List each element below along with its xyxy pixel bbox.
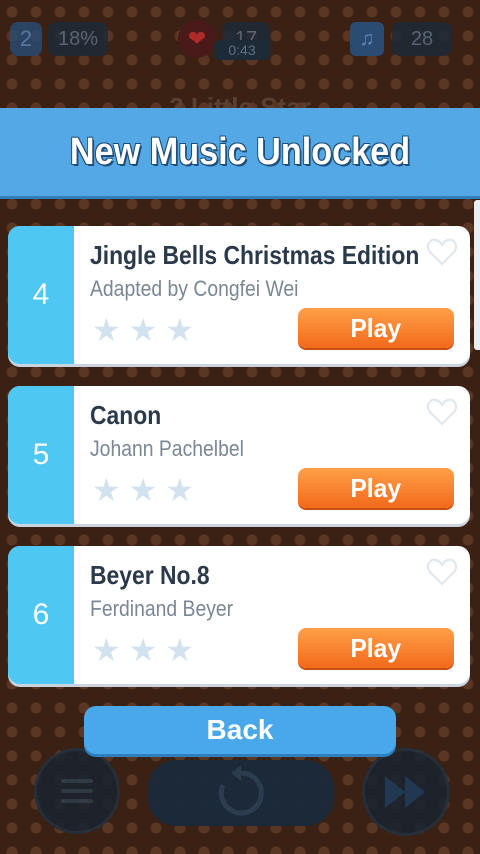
- menu-button[interactable]: [34, 748, 120, 834]
- star-icon: ★: [92, 632, 121, 668]
- play-button[interactable]: Play: [298, 628, 454, 668]
- progress-percent: 18%: [48, 22, 108, 56]
- song-number-panel: 4: [8, 226, 74, 364]
- fast-forward-button[interactable]: [362, 748, 450, 836]
- star-icon: ★: [128, 632, 158, 668]
- notes-count: 28: [392, 22, 452, 56]
- unlock-banner: New Music Unlocked: [0, 108, 480, 196]
- song-number: 6: [32, 598, 50, 631]
- song-card: 5 Canon Johann Pachelbel ★ ★ ★ Play: [8, 386, 470, 524]
- back-button[interactable]: Back: [84, 706, 396, 754]
- music-note-icon: ♫: [350, 22, 384, 56]
- scrollbar[interactable]: [474, 200, 480, 350]
- play-button-label: Play: [350, 472, 402, 503]
- song-number-panel: 5: [8, 386, 74, 524]
- star-rating: ★ ★ ★: [92, 314, 194, 346]
- song-number: 5: [32, 438, 50, 471]
- menu-icon: [37, 751, 117, 831]
- song-number-panel: 6: [8, 546, 74, 684]
- replay-button[interactable]: [148, 760, 334, 826]
- play-button[interactable]: Play: [298, 308, 454, 348]
- play-button-label: Play: [350, 312, 402, 343]
- star-rating: ★ ★ ★: [92, 634, 194, 666]
- star-icon: ★: [128, 312, 158, 348]
- fast-forward-icon: [365, 751, 447, 833]
- song-author: Adapted by Congfei Wei: [90, 276, 299, 301]
- song-title: Canon: [90, 400, 162, 430]
- banner-title: New Music Unlocked: [69, 130, 411, 173]
- favorite-heart-icon[interactable]: [426, 236, 458, 268]
- star-rating: ★ ★ ★: [92, 474, 194, 506]
- song-title: Jingle Bells Christmas Edition: [90, 240, 420, 270]
- song-title: Beyer No.8: [90, 560, 210, 590]
- song-card: 4 Jingle Bells Christmas Edition Adapted…: [8, 226, 470, 364]
- star-icon: ★: [165, 472, 195, 508]
- back-button-label: Back: [206, 714, 274, 745]
- song-author: Ferdinand Beyer: [90, 596, 234, 621]
- heart-icon: ❤: [178, 20, 216, 58]
- timer: 0:43: [214, 40, 270, 60]
- level-badge: 2: [10, 22, 42, 56]
- favorite-heart-icon[interactable]: [426, 556, 458, 588]
- favorite-heart-icon[interactable]: [426, 396, 458, 428]
- play-button[interactable]: Play: [298, 468, 454, 508]
- replay-icon: [148, 760, 334, 826]
- song-card: 6 Beyer No.8 Ferdinand Beyer ★ ★ ★ Play: [8, 546, 470, 684]
- star-icon: ★: [165, 632, 195, 668]
- song-number: 4: [32, 278, 50, 311]
- play-button-label: Play: [350, 632, 402, 663]
- star-icon: ★: [92, 312, 121, 348]
- song-author: Johann Pachelbel: [90, 436, 244, 461]
- star-icon: ★: [165, 312, 195, 348]
- star-icon: ★: [128, 472, 158, 508]
- star-icon: ★: [92, 472, 121, 508]
